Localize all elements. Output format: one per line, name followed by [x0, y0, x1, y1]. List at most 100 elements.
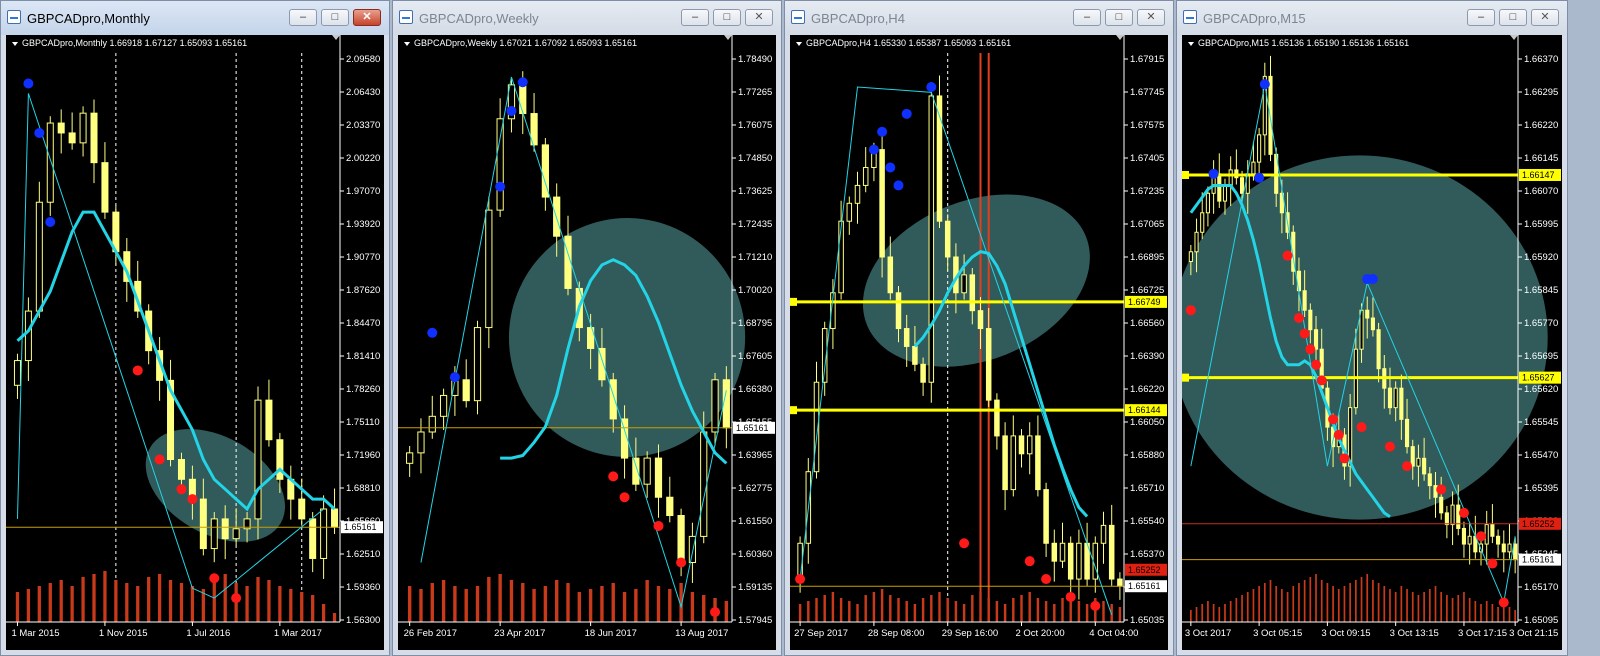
- chart-window-monthly[interactable]: GBPCADpro,Monthly ‒ □ ✕ 2.09580 2.06430 2.…: [0, 0, 390, 656]
- chart-window-icon: [791, 10, 805, 24]
- candle-body: [1439, 496, 1444, 514]
- time-tick-label: 3 Oct 17:15: [1458, 628, 1507, 639]
- window-title-bar[interactable]: GBPCADpro,M15 ‒ □ ✕: [1177, 1, 1567, 35]
- candle-body: [920, 363, 926, 383]
- window-title-bar[interactable]: GBPCADpro,H4 ‒ □ ✕: [785, 1, 1173, 35]
- swing-low-dot: [710, 607, 721, 618]
- maximize-button[interactable]: □: [1499, 9, 1527, 26]
- candle-body: [320, 508, 328, 559]
- price-tick-label: 1.65470: [1524, 450, 1558, 461]
- swing-high-dot: [926, 81, 937, 92]
- candle-body: [1370, 317, 1375, 331]
- swing-low-dot: [1041, 574, 1052, 585]
- candlestick-chart-svg[interactable]: 1.66370 1.66295 1.66220 1.66145 1.66070 1.659…: [1182, 35, 1562, 650]
- price-tick-label: 1.65710: [1130, 483, 1164, 494]
- chart-window-weekly[interactable]: GBPCADpro,Weekly ‒ □ ✕ 1.78490 1.77265 1.7…: [392, 0, 782, 656]
- candle-body: [406, 452, 414, 464]
- window-title-bar[interactable]: GBPCADpro,Monthly ‒ □ ✕: [1, 1, 389, 35]
- swing-high-dot: [868, 144, 879, 155]
- candle-body: [1035, 435, 1041, 491]
- swing-high-dot: [495, 181, 506, 192]
- candle-body: [309, 518, 317, 559]
- swing-high-dot: [506, 105, 517, 116]
- candle-body: [1427, 473, 1432, 487]
- chart-window-m15[interactable]: GBPCADpro,M15 ‒ □ ✕ 1.66370 1.66295 1.6622…: [1176, 0, 1568, 656]
- swing-high-dot: [449, 372, 460, 383]
- candle-body: [1387, 387, 1393, 409]
- minimize-button[interactable]: ‒: [289, 9, 317, 26]
- chart-window-h4[interactable]: GBPCADpro,H4 ‒ □ ✕ 1.67915 1.67745 1.67575…: [784, 0, 1174, 656]
- maximize-button[interactable]: □: [321, 9, 349, 26]
- candle-body: [711, 379, 719, 433]
- price-tick-label: 1.65095: [1524, 615, 1558, 626]
- swing-low-dot: [959, 538, 970, 549]
- candle-body: [1222, 185, 1228, 202]
- close-button[interactable]: ✕: [1531, 9, 1559, 26]
- price-label: 1.65161: [1128, 581, 1161, 591]
- candle-body: [1513, 543, 1518, 561]
- candle-body: [439, 394, 448, 417]
- candle-body: [1507, 543, 1512, 553]
- candle-body: [1450, 504, 1455, 526]
- close-button[interactable]: ✕: [353, 9, 381, 26]
- candle-body: [68, 132, 76, 144]
- swing-high-dot: [885, 162, 896, 173]
- price-tick-label: 1.65770: [1524, 318, 1558, 329]
- candle-body: [1194, 231, 1199, 253]
- swing-high-dot: [877, 126, 888, 137]
- candle-body: [1010, 435, 1017, 491]
- swing-high-dot: [1254, 172, 1265, 183]
- level-anchor: [1182, 373, 1189, 382]
- candle-body: [1461, 527, 1467, 545]
- price-tick-label: 1.93920: [346, 219, 380, 230]
- candle-body: [417, 431, 425, 454]
- close-button[interactable]: ✕: [1137, 9, 1165, 26]
- swing-low-dot: [1339, 453, 1350, 464]
- candlestick-chart-svg[interactable]: 1.67915 1.67745 1.67575 1.67405 1.67235 1.670…: [790, 35, 1168, 650]
- price-tick-label: 1.73625: [738, 186, 772, 197]
- price-chart[interactable]: 1.66370 1.66295 1.66220 1.66145 1.66070 1.659…: [1182, 35, 1562, 650]
- time-tick-label: 1 Mar 2015: [11, 628, 59, 639]
- candle-body: [564, 235, 572, 289]
- price-tick-label: 1.81410: [346, 351, 380, 362]
- swing-low-dot: [1476, 531, 1487, 542]
- candle-body: [428, 415, 436, 433]
- price-chart[interactable]: 1.67915 1.67745 1.67575 1.67405 1.67235 1.670…: [790, 35, 1168, 650]
- candle-body: [1217, 173, 1222, 202]
- price-tick-label: 1.77265: [738, 87, 772, 98]
- candle-body: [1251, 161, 1256, 175]
- candle-body: [969, 274, 976, 312]
- candle-body: [887, 256, 894, 294]
- price-label: 1.66749: [1128, 297, 1161, 307]
- price-tick-label: 1.67575: [1130, 120, 1164, 131]
- swing-low-dot: [676, 557, 687, 568]
- chart-window-icon: [7, 10, 21, 24]
- price-chart[interactable]: 2.09580 2.06430 2.03370 2.00220 1.97070 1.939…: [6, 35, 384, 650]
- candle-body: [722, 379, 730, 429]
- minimize-button[interactable]: ‒: [1073, 9, 1101, 26]
- candle-body: [1067, 542, 1074, 580]
- maximize-button[interactable]: □: [713, 9, 741, 26]
- candle-body: [1092, 542, 1099, 580]
- candle-body: [846, 202, 853, 222]
- candlestick-chart-svg[interactable]: 2.09580 2.06430 2.03370 2.00220 1.97070 1.939…: [6, 35, 384, 650]
- price-tick-label: 1.65170: [1524, 582, 1558, 593]
- price-tick-label: 1.78490: [738, 54, 772, 65]
- candle-body: [331, 508, 339, 528]
- time-tick-label: 2 Oct 20:00: [1016, 628, 1065, 639]
- candlestick-chart-svg[interactable]: 1.78490 1.77265 1.76075 1.74850 1.73625 1.724…: [398, 35, 776, 650]
- price-tick-label: 1.66560: [1130, 318, 1164, 329]
- price-label: 1.65161: [1522, 555, 1555, 565]
- price-tick-label: 1.66380: [738, 384, 772, 395]
- minimize-button[interactable]: ‒: [681, 9, 709, 26]
- price-tick-label: 1.65035: [1130, 615, 1164, 626]
- close-button[interactable]: ✕: [745, 9, 773, 26]
- window-title-bar[interactable]: GBPCADpro,Weekly ‒ □ ✕: [393, 1, 781, 35]
- minimize-button[interactable]: ‒: [1467, 9, 1495, 26]
- candle-body: [276, 439, 284, 480]
- maximize-button[interactable]: □: [1105, 9, 1133, 26]
- candle-body: [1313, 329, 1319, 350]
- time-tick-label: 1 Jul 2016: [186, 628, 230, 639]
- price-chart[interactable]: 1.78490 1.77265 1.76075 1.74850 1.73625 1.724…: [398, 35, 776, 650]
- candle-body: [1076, 542, 1082, 580]
